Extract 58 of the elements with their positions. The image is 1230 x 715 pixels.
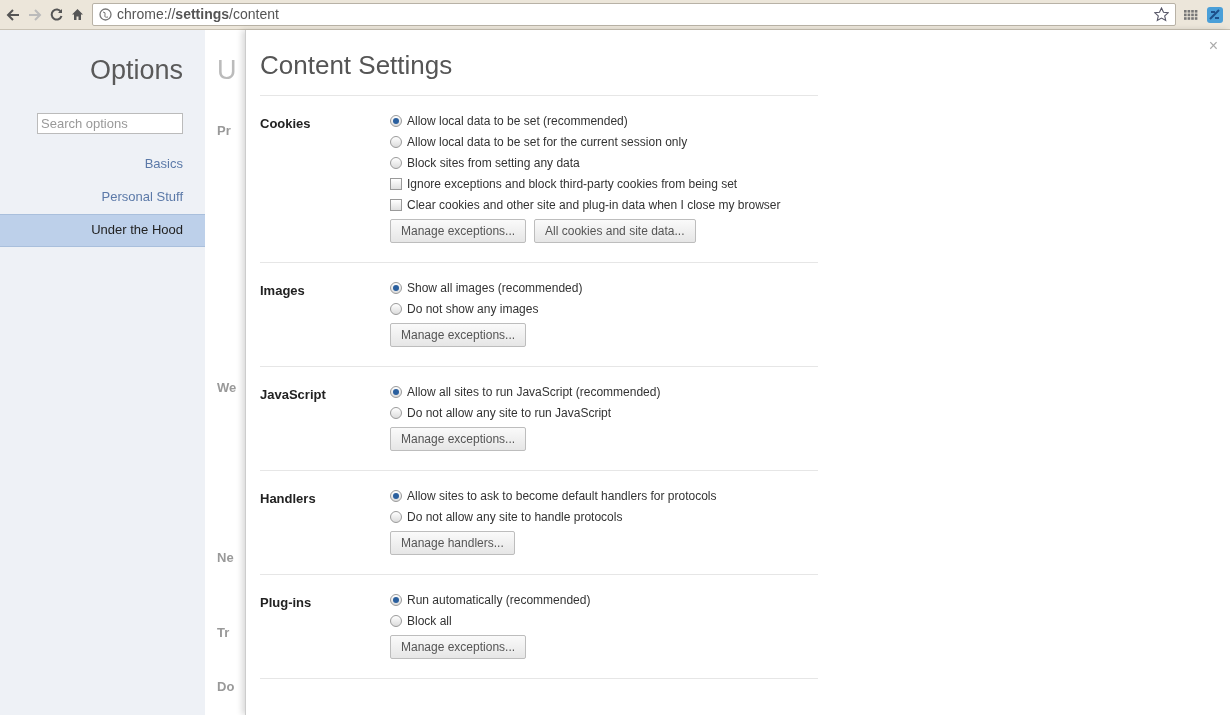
checkbox[interactable] [390,198,402,211]
background-page-title: U [217,54,238,87]
radio-button[interactable] [390,510,402,523]
background-section-label: Tr [217,624,231,642]
radio-button[interactable] [390,281,402,294]
option-label: Allow local data to be set (recommended) [407,112,628,130]
option-label: Do not allow any site to run JavaScript [407,404,612,422]
background-section-label: We [217,379,238,397]
option-label: Ignore exceptions and block third-party cookies from being set [407,175,738,193]
apps-grid-icon[interactable] [1184,9,1198,20]
search-field[interactable]: Search options [37,112,183,134]
radio-button[interactable] [390,114,402,127]
sidebar-item[interactable]: Personal Stuff [0,180,205,214]
dialog-title: Content Settings [260,46,818,96]
option-label: Do not show any images [407,300,539,318]
sidebar-item[interactable]: Under the Hood [0,213,205,247]
checkbox[interactable] [390,177,402,190]
action-button[interactable]: Manage handlers... [390,531,515,555]
section-label: Plug-ins [260,594,313,612]
option-label: Allow all sites to run JavaScript (recommended) [407,383,661,401]
action-button[interactable]: Manage exceptions... [390,635,527,659]
section-label: Handlers [260,490,317,508]
background-section-label: Do [217,677,236,696]
radio-button[interactable] [390,406,402,419]
option-label: Clear cookies and other site and plug-in data when I close my browser [407,196,781,214]
option-label: Allow sites to ask to become default handlers for protocols [407,487,717,505]
home-icon[interactable] [71,8,84,21]
action-button[interactable]: Manage exceptions... [390,219,527,243]
url-text: chrome://settings/content [117,5,279,24]
option-label: Do not allow any site to handle protocols [407,508,623,526]
section-label: Cookies [260,115,312,133]
sidebar-item[interactable]: Basics [0,147,205,181]
extension-icon[interactable] [1206,5,1224,24]
background-section-label: Pr [217,121,232,140]
globe-icon [99,8,112,21]
radio-button[interactable] [390,302,402,315]
back-arrow-icon[interactable] [6,8,20,21]
address-bar[interactable]: chrome://settings/content [92,3,1176,26]
radio-button[interactable] [390,614,402,627]
option-label: Block sites from setting any data [407,154,580,172]
option-label: Block all [407,612,452,630]
option-label: Show all images (recommended) [407,279,583,297]
radio-button[interactable] [390,593,402,606]
action-button[interactable]: Manage exceptions... [390,323,527,347]
section-label: Images [260,282,306,300]
action-button[interactable]: Manage exceptions... [390,427,527,451]
radio-button[interactable] [390,156,402,169]
section-label: JavaScript [260,386,327,404]
option-label: Allow local data to be set for the current session only [407,133,688,151]
option-label: Run automatically (recommended) [407,591,591,609]
radio-button[interactable] [390,385,402,398]
sidebar-title: Options [88,54,184,87]
star-icon[interactable] [1154,7,1169,22]
reload-icon[interactable] [50,8,63,21]
radio-button[interactable] [390,135,402,148]
background-section-label: Ne [217,548,235,567]
radio-button[interactable] [390,489,402,502]
action-button[interactable]: All cookies and site data... [534,219,696,243]
